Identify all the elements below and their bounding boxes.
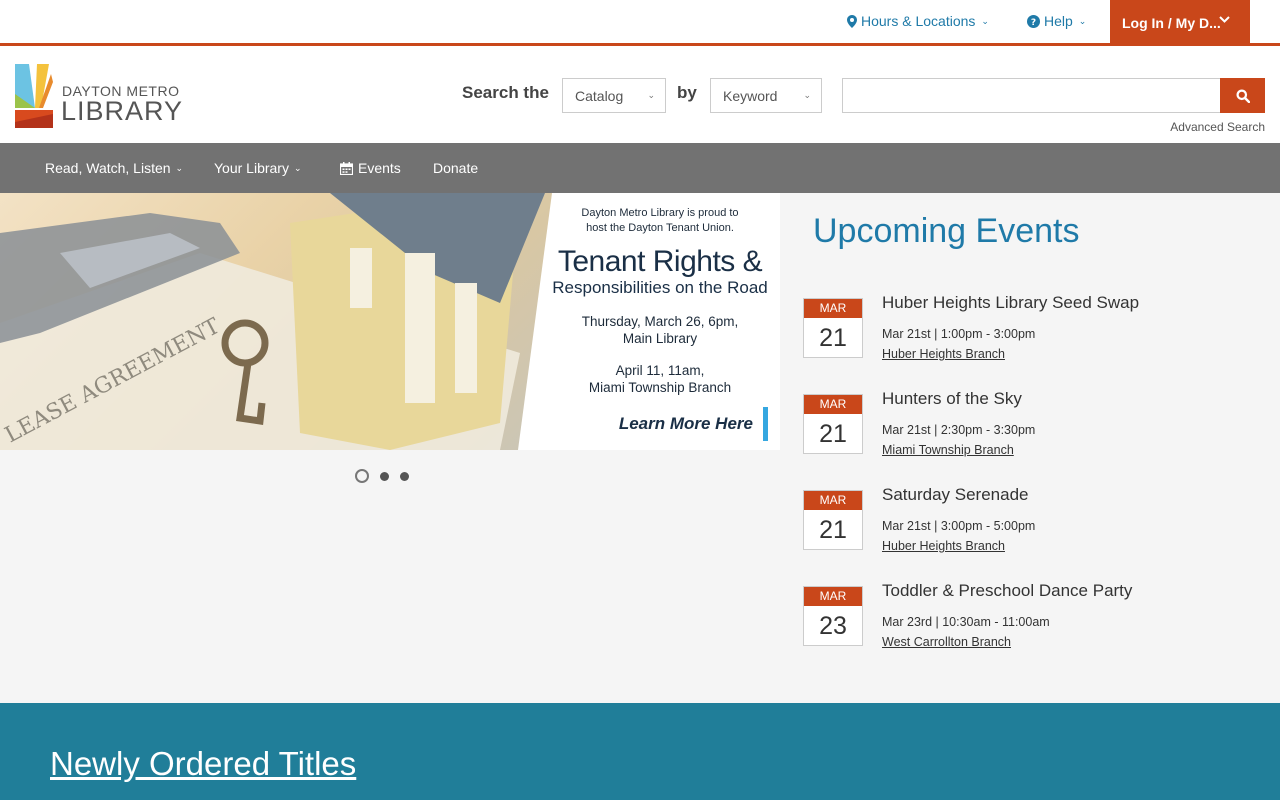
event-month: MAR [804, 491, 862, 510]
event-time: Mar 21st | 3:00pm - 5:00pm [882, 519, 1036, 533]
event-date-badge: MAR 21 [803, 298, 863, 358]
event-day: 21 [819, 324, 847, 352]
search-field-value: Keyword [723, 87, 778, 104]
help-link[interactable]: ? Help ⌄ [1027, 13, 1086, 29]
hero-intro-line-1: Dayton Metro Library is proud to [581, 207, 739, 219]
calendar-icon [340, 161, 353, 175]
event-month: MAR [804, 587, 862, 606]
event-day: 21 [819, 420, 847, 448]
logo-text-bottom: LIBRARY [61, 96, 184, 126]
library-logo[interactable]: DAYTON METRO LIBRARY [15, 64, 185, 128]
event-time: Mar 23rd | 10:30am - 11:00am [882, 615, 1050, 629]
hours-locations-label: Hours & Locations [861, 13, 976, 29]
hero-date2-line1: April 11, 11am, [615, 363, 705, 378]
event-location-link[interactable]: Huber Heights Branch [882, 539, 1005, 553]
chevron-down-icon: ⌄ [175, 162, 184, 173]
event-time: Mar 21st | 2:30pm - 3:30pm [882, 423, 1036, 437]
advanced-search-link[interactable]: Advanced Search [1170, 120, 1265, 134]
carousel-dots [355, 469, 409, 483]
event-location-link[interactable]: Huber Heights Branch [882, 347, 1005, 361]
hours-locations-link[interactable]: Hours & Locations ⌄ [847, 13, 989, 29]
hero-intro-line-2: host the Dayton Tenant Union. [586, 222, 734, 234]
learn-more-link[interactable]: Learn More Here [619, 407, 768, 441]
site-header: DAYTON METRO LIBRARY Search the Catalog … [0, 46, 1280, 143]
search-icon [1236, 89, 1250, 103]
nav-item-label: Read, Watch, Listen [45, 160, 171, 176]
event-date-badge: MAR 21 [803, 394, 863, 454]
event-item: MAR 21 Huber Heights Library Seed Swap M… [803, 293, 1263, 362]
chevron-down-icon [1219, 16, 1230, 23]
search-by-label: by [677, 83, 697, 102]
svg-text:?: ? [1031, 18, 1036, 28]
nav-item-your-library[interactable]: Your Library ⌄ [214, 160, 302, 176]
event-time: Mar 21st | 1:00pm - 3:00pm [882, 327, 1036, 341]
chevron-down-icon: ⌄ [293, 162, 302, 173]
nav-item-label: Donate [433, 160, 479, 176]
logo-mark-icon [15, 64, 53, 128]
search-input[interactable] [842, 78, 1221, 113]
search-field-select[interactable]: Keyword ⌄ [710, 78, 822, 113]
chevron-down-icon: ⌄ [647, 90, 655, 100]
event-item: MAR 21 Saturday Serenade Mar 21st | 3:00… [803, 485, 1263, 554]
upcoming-events-heading: Upcoming Events [813, 212, 1080, 250]
event-title[interactable]: Saturday Serenade [882, 485, 1029, 505]
login-label: Log In / My D... [1122, 15, 1221, 31]
help-label: Help [1044, 13, 1073, 29]
newly-ordered-section: Newly Ordered Titles [0, 703, 1280, 800]
event-location-link[interactable]: West Carrollton Branch [882, 635, 1011, 649]
carousel-dot-2[interactable] [380, 471, 389, 481]
event-location-link[interactable]: Miami Township Branch [882, 443, 1014, 457]
search-button[interactable] [1220, 78, 1265, 113]
login-button[interactable]: Log In / My D... [1110, 0, 1250, 46]
event-title[interactable]: Hunters of the Sky [882, 389, 1022, 409]
nav-item-label: Your Library [214, 160, 289, 176]
event-date-badge: MAR 21 [803, 490, 863, 550]
event-item: MAR 23 Toddler & Preschool Dance Party M… [803, 581, 1263, 650]
map-marker-icon [847, 14, 857, 28]
hero-subtitle: Responsibilities on the Road [552, 278, 768, 297]
newly-ordered-heading-link[interactable]: Newly Ordered Titles [50, 745, 356, 783]
event-title[interactable]: Toddler & Preschool Dance Party [882, 581, 1132, 601]
event-item: MAR 21 Hunters of the Sky Mar 21st | 2:3… [803, 389, 1263, 458]
chevron-down-icon: ⌄ [981, 15, 989, 26]
carousel-dot-3[interactable] [400, 471, 409, 481]
nav-item-donate[interactable]: Donate [433, 160, 478, 176]
question-circle-icon: ? [1027, 14, 1040, 28]
carousel-dot-1[interactable] [355, 469, 369, 483]
nav-item-label: Events [358, 160, 401, 176]
event-date-badge: MAR 23 [803, 586, 863, 646]
search-scope-select[interactable]: Catalog ⌄ [562, 78, 666, 113]
hero-slide[interactable]: LEASE AGREEMENT Dayton Metro Library is … [0, 193, 780, 450]
hero-date1-line2: Main Library [622, 331, 698, 346]
main-nav: Read, Watch, Listen ⌄ Your Library ⌄ Eve… [0, 143, 1280, 193]
chevron-down-icon: ⌄ [1078, 15, 1087, 26]
search-scope-value: Catalog [575, 87, 624, 104]
hero-title: Tenant Rights & [557, 245, 763, 278]
search-the-label: Search the [462, 83, 549, 102]
event-month: MAR [804, 395, 862, 414]
nav-item-events[interactable]: Events [340, 160, 401, 176]
hero-date1-line1: Thursday, March 26, 6pm, [581, 314, 739, 329]
chevron-down-icon: ⌄ [803, 90, 811, 100]
hero-image: LEASE AGREEMENT [0, 193, 552, 450]
event-day: 21 [819, 516, 847, 544]
event-month: MAR [804, 299, 862, 318]
utility-bar: Hours & Locations ⌄ ? Help ⌄ Log In / My… [0, 0, 1280, 46]
nav-item-read-watch-listen[interactable]: Read, Watch, Listen ⌄ [45, 160, 183, 176]
hero-text-panel: Dayton Metro Library is proud to host th… [540, 193, 780, 450]
house-key-illustration: LEASE AGREEMENT [0, 193, 545, 450]
hero-date2-line2: Miami Township Branch [588, 380, 732, 395]
event-title[interactable]: Huber Heights Library Seed Swap [882, 293, 1139, 313]
event-day: 23 [819, 612, 847, 640]
